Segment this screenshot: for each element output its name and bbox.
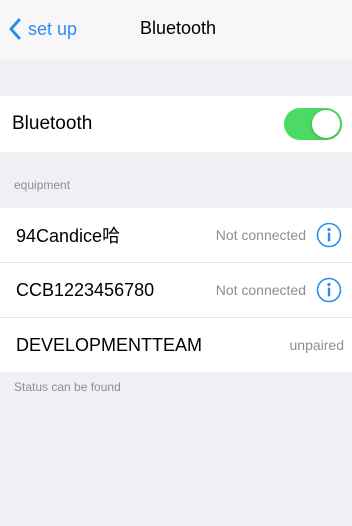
- bluetooth-toggle-label: Bluetooth: [12, 113, 93, 134]
- device-name: 94Candice哈: [16, 226, 121, 246]
- device-name: DEVELOPMENTTEAM: [16, 334, 203, 355]
- section-spacer: [0, 60, 352, 96]
- back-button[interactable]: set up: [8, 14, 77, 44]
- list-item[interactable]: 94Candice哈 Not connected: [0, 208, 352, 262]
- section-header-equipment: equipment: [14, 178, 71, 192]
- device-list: 94Candice哈 Not connected CCB1223456780 N…: [0, 208, 352, 372]
- bluetooth-switch[interactable]: [284, 108, 342, 140]
- switch-knob: [312, 110, 340, 138]
- device-name: CCB1223456780: [16, 279, 155, 300]
- back-button-label: set up: [28, 18, 78, 39]
- info-circle-icon[interactable]: [316, 277, 342, 303]
- list-item[interactable]: CCB1223456780 Not connected: [0, 262, 352, 317]
- device-status: Not connected: [215, 227, 306, 243]
- status-footer-text: Status can be found: [14, 380, 121, 394]
- info-circle-icon[interactable]: [316, 222, 342, 248]
- bluetooth-toggle-row: Bluetooth: [0, 96, 352, 152]
- navigation-bar: set up Bluetooth: [0, 0, 352, 60]
- chevron-left-icon: [9, 18, 21, 40]
- page-title: Bluetooth: [140, 18, 217, 38]
- list-item[interactable]: DEVELOPMENTTEAM unpaired: [0, 317, 352, 372]
- device-status: unpaired: [289, 337, 345, 353]
- device-status: Not connected: [215, 282, 306, 298]
